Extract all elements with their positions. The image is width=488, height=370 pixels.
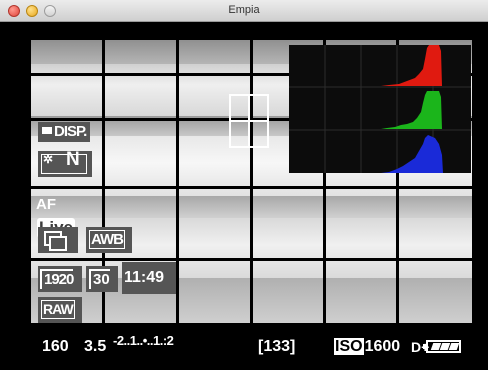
histogram-green bbox=[381, 91, 442, 129]
grid-line bbox=[250, 40, 253, 323]
rgb-histogram bbox=[289, 45, 471, 173]
white-balance-indicator: AWB bbox=[86, 227, 132, 253]
shots-remaining: [133] bbox=[258, 338, 296, 355]
scene-icon: ✲ bbox=[43, 152, 54, 166]
histogram-red bbox=[381, 45, 442, 86]
drive-mode-icon bbox=[38, 227, 78, 253]
picture-style-indicator: ✲ N bbox=[38, 149, 92, 177]
grid-line bbox=[31, 186, 472, 189]
shutter-speed: 160 bbox=[42, 338, 69, 355]
battery-icon bbox=[423, 340, 461, 353]
window-title: Empia bbox=[228, 4, 260, 16]
app-window: Empia DISP. ✲N AFLive AWB bbox=[0, 0, 488, 370]
disp-indicator: DISP. bbox=[38, 122, 90, 142]
camera-icon bbox=[42, 127, 52, 134]
grid-line bbox=[176, 40, 179, 323]
af-mode-indicator: AFLive bbox=[36, 193, 94, 238]
title-bar: Empia bbox=[0, 0, 488, 22]
recording-time: 11:49 bbox=[122, 262, 176, 294]
aperture: 3.5 bbox=[84, 338, 107, 355]
movie-size-indicator: 1920 bbox=[38, 266, 82, 292]
af-point-frame[interactable] bbox=[229, 94, 269, 148]
histogram-blue bbox=[381, 135, 443, 173]
frame-rate-indicator: 30 bbox=[86, 266, 118, 292]
exposure-scale: -2..1..•..1.:2 bbox=[113, 333, 174, 348]
quality-indicator: RAW bbox=[38, 297, 82, 323]
iso-speed: ISO 1600 bbox=[334, 338, 401, 355]
grid-line bbox=[31, 258, 472, 261]
